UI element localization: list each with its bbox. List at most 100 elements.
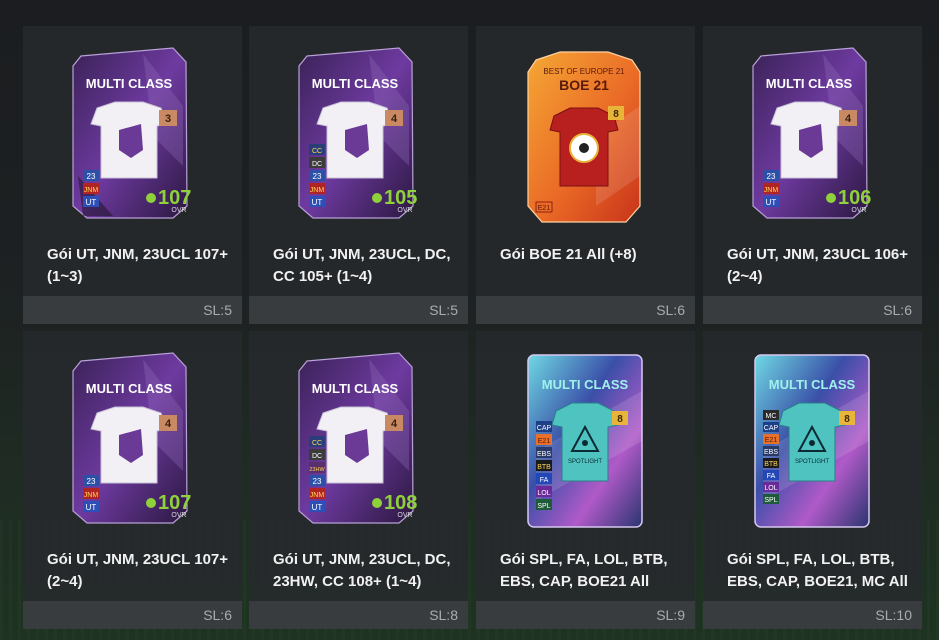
svg-text:FA: FA: [767, 473, 776, 480]
pack-quantity: SL:8: [429, 607, 458, 623]
pack-footer: SL:5: [23, 296, 242, 324]
pack-tile[interactable]: MULTI CLASS 4 CC DC 23 JNM UT 105 OVR Gó…: [249, 26, 468, 324]
svg-text:DC: DC: [312, 453, 322, 460]
card-title: MULTI CLASS: [312, 76, 399, 91]
pack-quantity: SL:5: [429, 302, 458, 318]
pack-name: Gói UT, JNM, 23UCL 107+ (1~3): [47, 246, 229, 285]
multi-class-card: MULTI CLASS 4 23 JNM UT 107 OVR: [72, 352, 191, 524]
svg-text:UT: UT: [86, 503, 97, 512]
tag-list: CAP E21 EBS BTB FA LOL SPL: [536, 421, 552, 510]
svg-text:JNM: JNM: [84, 492, 99, 499]
pack-footer: SL:9: [476, 601, 695, 629]
ovr-value: 105: [384, 187, 417, 209]
svg-text:EBS: EBS: [537, 451, 551, 458]
tag-list: 23 JNM UT: [83, 170, 99, 207]
multi-class-card: MULTI CLASS 4 CC DC 23 JNM UT 105 OVR: [298, 47, 417, 219]
pack-tile[interactable]: MULTI CLASS 4 CC DC 23HW 23 JNM UT 108 O…: [249, 331, 468, 629]
multi-class-card: MULTI CLASS 3 23 JNM UT 107 OVR: [72, 47, 191, 219]
svg-text:UT: UT: [312, 503, 323, 512]
ovr-value: 108: [384, 492, 417, 514]
tag-list: 23 JNM UT: [83, 475, 99, 512]
pack-quantity: SL:6: [203, 607, 232, 623]
emblem-text: SPOTLIGHT: [795, 459, 829, 465]
svg-text:23: 23: [767, 172, 776, 181]
card-subtitle: BEST OF EUROPE 21: [543, 67, 625, 76]
level-text: 3: [165, 113, 171, 125]
ovr-value: 106: [838, 187, 871, 209]
svg-text:23: 23: [87, 477, 96, 486]
card-title: MULTI CLASS: [769, 377, 856, 392]
svg-text:CC: CC: [312, 148, 322, 155]
pack-quantity: SL:9: [656, 607, 685, 623]
card-title: MULTI CLASS: [312, 381, 399, 396]
ovr-up-icon: [372, 498, 382, 508]
svg-text:BTB: BTB: [537, 464, 551, 471]
svg-text:DC: DC: [312, 161, 322, 168]
ovr-value: 107: [158, 492, 191, 514]
pack-quantity: SL:6: [656, 302, 685, 318]
pack-footer: SL:5: [249, 296, 468, 324]
level-text: 4: [165, 418, 172, 430]
ovr-label: OVR: [851, 207, 866, 214]
ovr-up-icon: [826, 193, 836, 203]
boe21-card: BEST OF EUROPE 21 BOE 21 8 E21: [527, 51, 641, 223]
svg-text:BTB: BTB: [764, 461, 778, 468]
svg-text:MC: MC: [766, 413, 777, 420]
svg-text:EBS: EBS: [764, 449, 778, 456]
spotlight-card: MULTI CLASS SPOTLIGHT 8 CAP E21 EBS BTB …: [527, 354, 643, 528]
svg-text:E21: E21: [538, 205, 551, 212]
level-text: 4: [391, 113, 398, 125]
ovr-value: 107: [158, 187, 191, 209]
svg-text:JNM: JNM: [310, 187, 325, 194]
pack-footer: SL:6: [703, 296, 922, 324]
svg-text:SPL: SPL: [537, 503, 550, 510]
ovr-up-icon: [372, 193, 382, 203]
card-title: MULTI CLASS: [86, 381, 173, 396]
svg-text:23HW: 23HW: [309, 467, 325, 473]
pack-tile[interactable]: BEST OF EUROPE 21 BOE 21 8 E21 Gói BOE 2…: [476, 26, 695, 324]
pack-tile[interactable]: MULTI CLASS SPOTLIGHT 8 MC CAP E21 EBS B…: [703, 331, 922, 629]
svg-text:JNM: JNM: [764, 187, 779, 194]
card-title: MULTI CLASS: [86, 76, 173, 91]
svg-text:JNM: JNM: [84, 187, 99, 194]
level-text: 8: [617, 414, 623, 425]
pack-name: Gói BOE 21 All (+8): [500, 246, 637, 263]
pack-name: Gói UT, JNM, 23UCL 106+ (2~4): [727, 246, 909, 285]
pack-footer: SL:6: [476, 296, 695, 324]
svg-text:UT: UT: [312, 198, 323, 207]
svg-text:E21: E21: [538, 438, 551, 445]
ovr-label: OVR: [397, 512, 412, 519]
pack-footer: SL:6: [23, 601, 242, 629]
svg-text:CAP: CAP: [764, 425, 779, 432]
svg-text:23: 23: [313, 172, 322, 181]
svg-text:LOL: LOL: [537, 490, 550, 497]
pack-tile[interactable]: MULTI CLASS 3 23 JNM UT 107 OVR Gói UT, …: [23, 26, 242, 324]
pack-tile[interactable]: MULTI CLASS 4 23 JNM UT 107 OVR Gói UT, …: [23, 331, 242, 629]
pack-tile[interactable]: MULTI CLASS 4 23 JNM UT 106 OVR Gói UT, …: [703, 26, 922, 324]
pack-quantity: SL:6: [883, 302, 912, 318]
pack-name: Gói UT, JNM, 23UCL 107+ (2~4): [47, 551, 229, 590]
svg-text:FA: FA: [540, 477, 549, 484]
level-text: 8: [844, 414, 850, 425]
pack-name: Gói SPL, FA, LOL, BTB, EBS, CAP, BOE21, …: [727, 551, 908, 590]
ovr-up-icon: [146, 193, 156, 203]
level-text: 4: [845, 113, 852, 125]
ovr-up-icon: [146, 498, 156, 508]
svg-text:JNM: JNM: [310, 492, 325, 499]
pack-name: Gói SPL, FA, LOL, BTB, EBS, CAP, BOE21 A…: [500, 551, 668, 590]
pack-name: Gói UT, JNM, 23UCL, DC, 23HW, CC 108+ (1…: [273, 551, 451, 590]
emblem-text: SPOTLIGHT: [568, 459, 602, 465]
multi-class-card: MULTI CLASS 4 CC DC 23HW 23 JNM UT 108 O…: [298, 352, 417, 524]
svg-text:LOL: LOL: [764, 485, 777, 492]
spotlight-card: MULTI CLASS SPOTLIGHT 8 MC CAP E21 EBS B…: [754, 354, 870, 528]
svg-text:CAP: CAP: [537, 425, 552, 432]
multi-class-card: MULTI CLASS 4 23 JNM UT 106 OVR: [752, 47, 871, 219]
svg-text:UT: UT: [86, 198, 97, 207]
pack-tile[interactable]: MULTI CLASS SPOTLIGHT 8 CAP E21 EBS BTB …: [476, 331, 695, 629]
pack-quantity: SL:5: [203, 302, 232, 318]
ovr-label: OVR: [171, 207, 186, 214]
tag-list: 23 JNM UT: [763, 170, 779, 207]
level-text: 8: [613, 109, 619, 120]
level-text: 4: [391, 418, 398, 430]
svg-text:23: 23: [313, 477, 322, 486]
